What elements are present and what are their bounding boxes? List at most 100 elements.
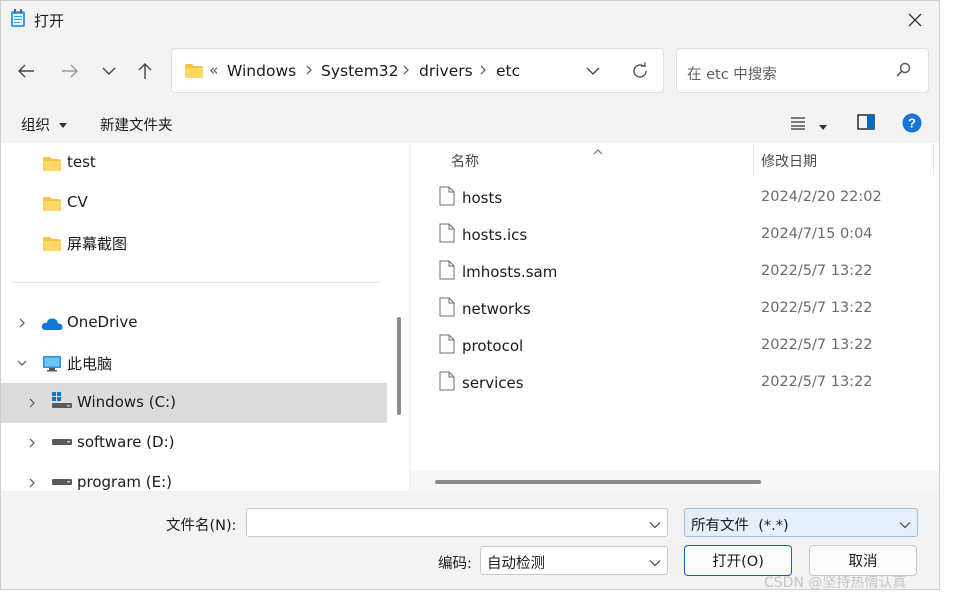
sort-ascending-icon: [593, 143, 603, 159]
folder-icon: [43, 157, 61, 171]
up-button[interactable]: [132, 57, 158, 85]
encoding-label: 编码:: [438, 556, 472, 572]
tree-item-label: Windows (C:): [77, 393, 176, 411]
back-button[interactable]: [13, 57, 39, 85]
tree-item-windows-c[interactable]: Windows (C:): [1, 383, 387, 423]
filename-label: 文件名(N):: [166, 518, 237, 534]
filetype-value: 所有文件 (*.*): [691, 518, 789, 534]
address-history-button[interactable]: [582, 61, 604, 81]
breadcrumb-overflow[interactable]: «: [209, 61, 218, 79]
recent-locations-button[interactable]: [96, 57, 122, 85]
encoding-value: 自动检测: [487, 556, 545, 572]
refresh-icon: [633, 62, 647, 78]
view-options-button[interactable]: [790, 116, 806, 134]
cloud-icon: [41, 318, 63, 330]
open-file-dialog: 打开 « Windows System32 drivers etc 在 etc …: [0, 0, 940, 590]
column-header-modified[interactable]: 修改日期: [761, 151, 817, 171]
expand-chevron[interactable]: [16, 317, 28, 329]
file-row[interactable]: hosts 2024/2/20 22:02: [431, 182, 931, 216]
breadcrumb-windows[interactable]: Windows: [227, 62, 296, 80]
filetype-dropdown[interactable]: [899, 517, 911, 533]
column-divider[interactable]: [753, 143, 754, 175]
title-bar: 打开: [1, 1, 939, 38]
navigation-scrollbar[interactable]: [397, 317, 401, 415]
file-row[interactable]: lmhosts.sam 2022/5/7 13:22: [431, 256, 931, 290]
tree-item-test[interactable]: test: [1, 144, 387, 182]
chevron-right-icon: [29, 478, 35, 488]
refresh-button[interactable]: [628, 59, 652, 83]
tree-item-label: software (D:): [77, 433, 175, 451]
column-divider[interactable]: [933, 143, 934, 175]
encoding-dropdown[interactable]: [649, 555, 661, 571]
folder-icon: [43, 237, 61, 251]
filename-history-dropdown[interactable]: [649, 517, 661, 533]
file-name: networks: [462, 300, 531, 318]
search-placeholder: 在 etc 中搜索: [687, 67, 777, 83]
expand-chevron[interactable]: [26, 397, 38, 409]
file-row[interactable]: protocol 2022/5/7 13:22: [431, 330, 931, 364]
file-name: protocol: [462, 337, 524, 355]
encoding-select[interactable]: 自动检测: [480, 546, 668, 575]
file-name: hosts: [462, 189, 503, 207]
file-icon: [439, 223, 455, 243]
svg-text:?: ?: [908, 116, 916, 131]
breadcrumb-etc[interactable]: etc: [496, 62, 520, 80]
drive-icon: [52, 439, 72, 445]
help-icon: ?: [902, 113, 922, 133]
arrow-up-icon: [138, 63, 152, 79]
file-name: services: [462, 374, 524, 392]
watermark: CSDN @坚持热情认真: [764, 575, 907, 591]
tree-item-cv[interactable]: CV: [1, 184, 387, 222]
chevron-down-icon: [102, 67, 116, 75]
file-modified: 2024/2/20 22:02: [761, 189, 882, 205]
list-view-icon: [791, 117, 805, 130]
notepad-icon: [10, 9, 26, 28]
file-row[interactable]: networks 2022/5/7 13:22: [431, 293, 931, 327]
chevron-right-icon: [29, 398, 35, 408]
breadcrumb-drivers[interactable]: drivers: [419, 62, 473, 80]
help-button[interactable]: ?: [902, 113, 922, 137]
arrow-left-icon: [18, 64, 34, 78]
chevron-right-icon: [479, 63, 487, 77]
background: [940, 0, 953, 599]
filename-input[interactable]: [246, 508, 668, 537]
file-icon: [439, 186, 455, 206]
arrow-right-icon: [62, 64, 78, 78]
file-row[interactable]: services 2022/5/7 13:22: [431, 367, 931, 401]
column-header-name[interactable]: 名称: [451, 151, 479, 171]
tree-item-this-pc[interactable]: 此电脑: [1, 344, 387, 382]
window-title: 打开: [34, 12, 65, 30]
forward-button[interactable]: [57, 57, 83, 85]
breadcrumb-system32[interactable]: System32: [321, 62, 399, 80]
file-icon: [439, 371, 455, 391]
address-bar[interactable]: « Windows System32 drivers etc: [171, 48, 664, 93]
horizontal-scrollbar[interactable]: [435, 480, 761, 484]
view-options-dropdown[interactable]: [819, 119, 827, 135]
new-folder-button[interactable]: 新建文件夹: [100, 114, 173, 135]
chevron-down-icon: [17, 360, 27, 366]
close-button[interactable]: [891, 1, 939, 38]
expand-chevron[interactable]: [26, 437, 38, 449]
chevron-down-icon: [586, 67, 600, 75]
file-row[interactable]: hosts.ics 2024/7/15 0:04: [431, 219, 931, 253]
tree-item-program-e[interactable]: program (E:): [1, 464, 387, 491]
preview-pane-button[interactable]: [857, 114, 875, 134]
windows-drive-icon: [52, 392, 72, 408]
filetype-select[interactable]: 所有文件 (*.*): [684, 508, 918, 537]
chevron-right-icon: [402, 63, 410, 77]
file-modified: 2022/5/7 13:22: [761, 263, 873, 279]
file-modified: 2024/7/15 0:04: [761, 226, 873, 242]
search-input[interactable]: 在 etc 中搜索: [676, 48, 929, 93]
collapse-chevron[interactable]: [16, 357, 28, 369]
search-icon: [895, 62, 911, 82]
expand-chevron[interactable]: [26, 477, 38, 489]
file-name: hosts.ics: [462, 226, 528, 244]
tree-item-onedrive[interactable]: OneDrive: [1, 304, 387, 342]
tree-item-screenshots[interactable]: 屏幕截图: [1, 224, 387, 262]
organize-menu-button[interactable]: 组织: [21, 114, 67, 135]
chevron-down-icon: [899, 522, 911, 529]
tree-item-software-d[interactable]: software (D:): [1, 424, 387, 462]
tree-item-label: 屏幕截图: [67, 235, 128, 253]
drive-icon: [52, 479, 72, 485]
tree-item-label: 此电脑: [67, 355, 113, 373]
